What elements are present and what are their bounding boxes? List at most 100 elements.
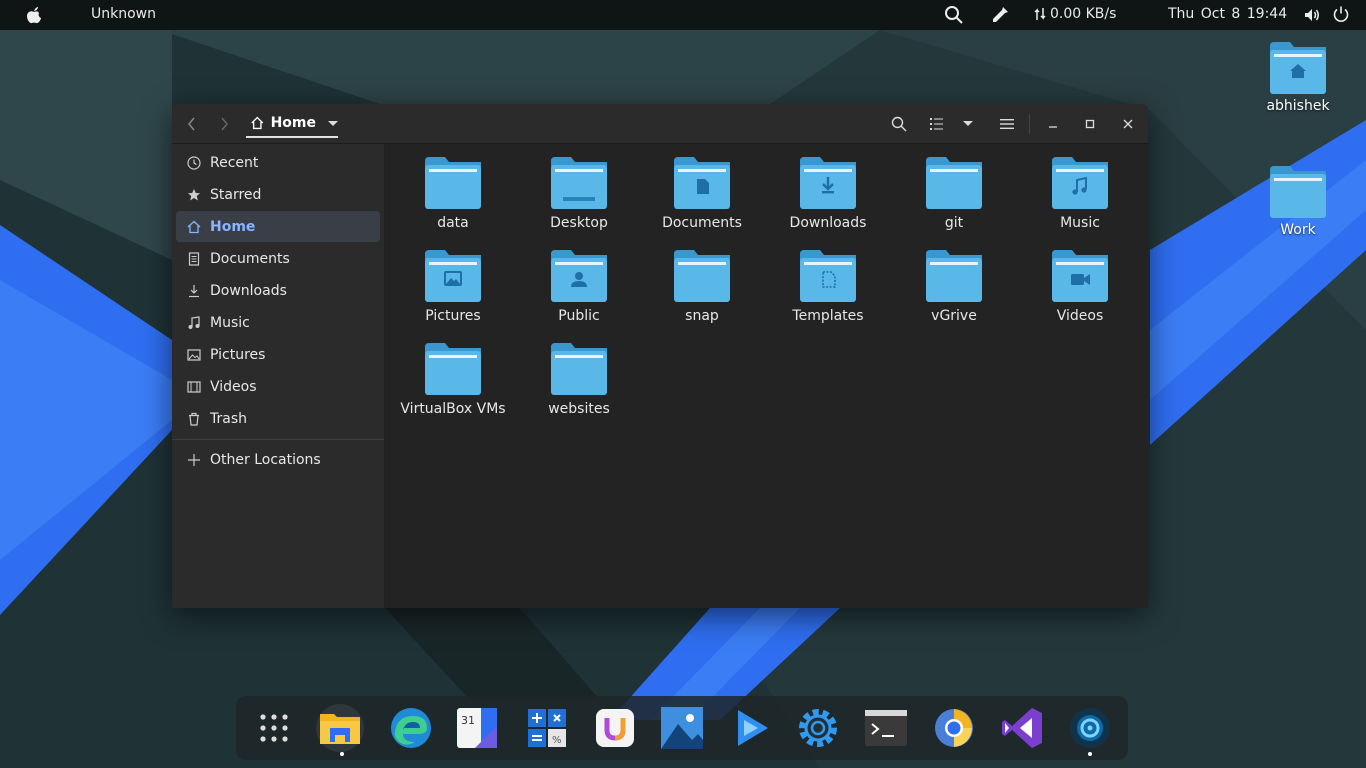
folder-item[interactable]: websites bbox=[524, 343, 634, 418]
folder-item[interactable]: Pictures bbox=[398, 250, 508, 325]
terminal-app-icon[interactable] bbox=[862, 704, 910, 752]
maximize-button[interactable] bbox=[1080, 114, 1100, 134]
music-folder-icon bbox=[1052, 157, 1108, 209]
close-button[interactable] bbox=[1118, 114, 1138, 134]
folder-item[interactable]: Music bbox=[1025, 157, 1135, 232]
maximize-icon bbox=[1085, 119, 1095, 129]
folder-item[interactable]: Documents bbox=[647, 157, 757, 232]
search-icon bbox=[891, 116, 907, 132]
chevron-down-icon bbox=[963, 121, 973, 126]
edge-browser-icon[interactable] bbox=[387, 704, 435, 752]
sidebar-item-label: Starred bbox=[210, 186, 262, 203]
folder-icon bbox=[674, 250, 730, 302]
network-arrows-icon bbox=[1034, 8, 1046, 20]
folder-label: Downloads bbox=[789, 215, 867, 231]
folder-icon bbox=[1270, 166, 1326, 218]
volume-icon[interactable] bbox=[1303, 6, 1321, 24]
sidebar-item-label: Trash bbox=[210, 410, 247, 427]
document-folder-icon bbox=[674, 157, 730, 209]
folder-icon bbox=[926, 250, 982, 302]
dock-app-icon[interactable] bbox=[1066, 704, 1114, 752]
sidebar-item-home[interactable]: Home bbox=[176, 211, 380, 242]
network-speed[interactable]: 0.00 KB/s bbox=[1034, 6, 1116, 22]
desktop-icon-work[interactable]: Work bbox=[1253, 166, 1343, 238]
calendar-day-text: 31 bbox=[461, 714, 475, 727]
folder-item[interactable]: data bbox=[398, 157, 508, 232]
folder-item[interactable]: Templates bbox=[773, 250, 883, 325]
folder-item[interactable]: snap bbox=[647, 250, 757, 325]
sidebar-item-recent[interactable]: Recent bbox=[176, 147, 380, 178]
sidebar-item-documents[interactable]: Documents bbox=[176, 243, 380, 274]
power-icon[interactable] bbox=[1332, 5, 1350, 23]
sidebar-item-starred[interactable]: Starred bbox=[176, 179, 380, 210]
video-player-app-icon[interactable] bbox=[726, 704, 774, 752]
folder-label: Templates bbox=[792, 308, 864, 324]
folder-item[interactable]: Downloads bbox=[773, 157, 883, 232]
template-folder-icon bbox=[800, 250, 856, 302]
app-grid-icon[interactable] bbox=[250, 704, 298, 752]
folder-label: VirtualBox VMs bbox=[400, 401, 506, 417]
document-icon bbox=[186, 251, 202, 267]
ulauncher-app-icon[interactable] bbox=[591, 704, 639, 752]
folder-item[interactable]: Desktop bbox=[524, 157, 634, 232]
settings-app-icon[interactable] bbox=[794, 704, 842, 752]
color-picker-icon[interactable] bbox=[990, 5, 1010, 25]
forward-button[interactable] bbox=[214, 114, 234, 134]
folder-item[interactable]: Videos bbox=[1025, 250, 1135, 325]
svg-text:%: % bbox=[552, 735, 562, 746]
view-options-button[interactable] bbox=[958, 114, 978, 134]
running-indicator bbox=[340, 752, 344, 756]
back-button[interactable] bbox=[182, 114, 202, 134]
top-panel: Unknown 0.00 KB/s Thu Oct 8 19:44 bbox=[0, 0, 1366, 30]
close-icon bbox=[1123, 119, 1133, 129]
search-button[interactable] bbox=[889, 114, 909, 134]
active-app-name[interactable]: Unknown bbox=[91, 6, 156, 22]
clock[interactable]: Thu Oct 8 19:44 bbox=[1168, 6, 1287, 22]
apple-icon[interactable] bbox=[26, 6, 42, 24]
sidebar-item-downloads[interactable]: Downloads bbox=[176, 275, 380, 306]
files-window: Home Recent Starred Home Documents Downl… bbox=[172, 104, 1148, 608]
chevron-right-icon bbox=[221, 117, 228, 131]
sidebar-item-label: Documents bbox=[210, 250, 290, 267]
folder-label: websites bbox=[548, 401, 610, 417]
folder-item[interactable]: VirtualBox VMs bbox=[398, 343, 508, 418]
sidebar-item-music[interactable]: Music bbox=[176, 307, 380, 338]
folder-label: vGrive bbox=[931, 308, 977, 324]
image-viewer-app-icon[interactable] bbox=[658, 704, 706, 752]
desktop-folder-icon bbox=[551, 157, 607, 209]
folder-label: Music bbox=[1060, 215, 1100, 231]
sidebar-item-pictures[interactable]: Pictures bbox=[176, 339, 380, 370]
desktop-icon-home[interactable]: abhishek bbox=[1253, 42, 1343, 114]
folder-grid: data Desktop Documents Downloads git Music Pic… bbox=[385, 144, 1148, 608]
view-toggle-button[interactable] bbox=[927, 114, 947, 134]
places-sidebar: Recent Starred Home Documents Downloads … bbox=[172, 144, 385, 608]
visual-studio-app-icon[interactable] bbox=[998, 704, 1046, 752]
folder-item[interactable]: vGrive bbox=[899, 250, 1009, 325]
sidebar-separator bbox=[172, 439, 384, 440]
sidebar-item-label: Downloads bbox=[210, 282, 287, 299]
sidebar-item-videos[interactable]: Videos bbox=[176, 371, 380, 402]
sidebar-item-label: Other Locations bbox=[210, 451, 321, 468]
home-folder-icon bbox=[1270, 42, 1326, 94]
home-icon bbox=[251, 116, 264, 130]
network-speed-label: 0.00 KB/s bbox=[1050, 6, 1117, 22]
trash-icon bbox=[186, 411, 202, 427]
menu-button[interactable] bbox=[997, 114, 1017, 134]
calculator-app-icon[interactable]: % bbox=[523, 704, 571, 752]
search-icon[interactable] bbox=[944, 5, 964, 25]
path-bar-home[interactable]: Home bbox=[246, 110, 338, 138]
hamburger-menu-icon bbox=[1000, 119, 1014, 129]
calendar-app-icon[interactable]: 31 bbox=[453, 704, 501, 752]
sidebar-item-label: Home bbox=[210, 218, 256, 235]
minimize-button[interactable] bbox=[1043, 114, 1063, 134]
sidebar-item-other-locations[interactable]: Other Locations bbox=[176, 444, 380, 475]
music-icon bbox=[186, 315, 202, 331]
files-app-icon[interactable] bbox=[316, 704, 364, 752]
folder-icon bbox=[926, 157, 982, 209]
chromium-app-icon[interactable] bbox=[930, 704, 978, 752]
chevron-down-icon bbox=[328, 120, 338, 126]
clock-icon bbox=[186, 155, 202, 171]
folder-item[interactable]: git bbox=[899, 157, 1009, 232]
folder-item[interactable]: Public bbox=[524, 250, 634, 325]
sidebar-item-trash[interactable]: Trash bbox=[176, 403, 380, 434]
